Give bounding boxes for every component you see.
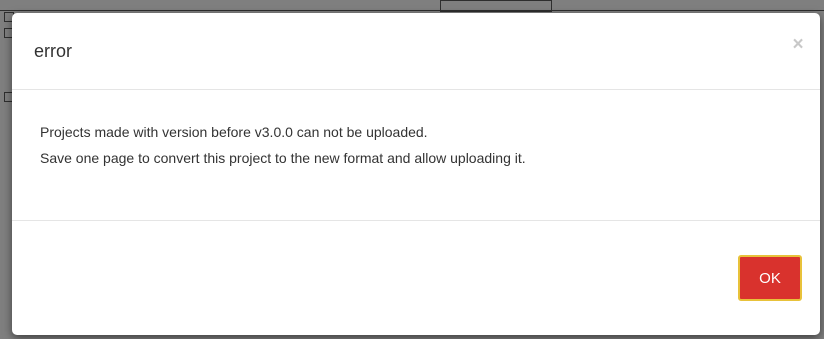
error-message-line: Save one page to convert this project to…	[40, 150, 526, 166]
dialog-title: error	[34, 41, 73, 61]
dialog-body: Projects made with version before v3.0.0…	[12, 90, 820, 221]
background-field	[440, 0, 552, 12]
error-message-line: Projects made with version before v3.0.0…	[40, 124, 428, 140]
ok-button[interactable]: OK	[738, 255, 802, 301]
close-icon[interactable]: ×	[790, 35, 806, 55]
error-dialog: error × Projects made with version befor…	[12, 13, 820, 335]
dialog-footer: OK	[12, 221, 820, 335]
dialog-header: error ×	[12, 13, 820, 90]
background-divider	[0, 10, 824, 11]
